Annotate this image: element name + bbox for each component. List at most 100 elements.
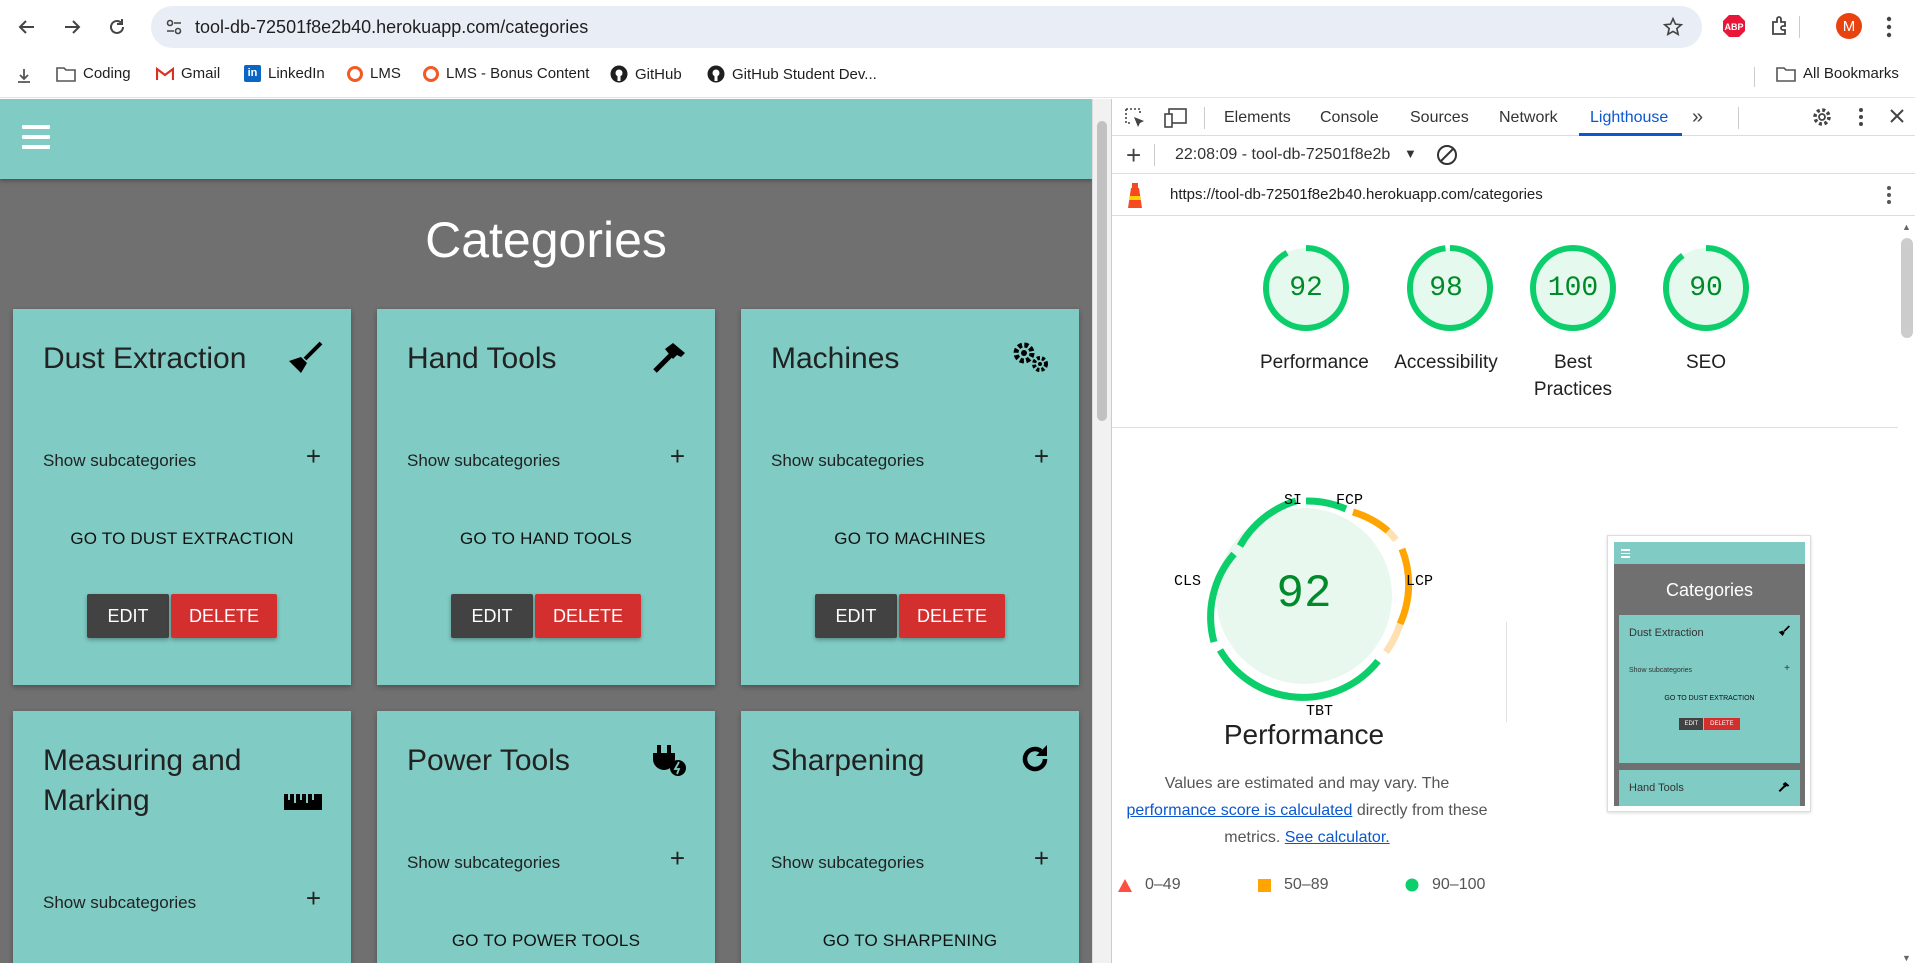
tab-lighthouse[interactable]: Lighthouse [1590,109,1668,127]
legend-pass: 90–100 [1405,876,1485,894]
bookmark-coding[interactable]: Coding [56,65,131,82]
circle-icon [347,65,363,82]
tab-console[interactable]: Console [1320,109,1379,127]
more-tabs-icon[interactable]: » [1692,106,1703,129]
device-toolbar-icon[interactable] [1164,107,1188,134]
plus-icon[interactable]: + [670,441,685,472]
plus-icon[interactable]: + [670,843,685,874]
address-bar[interactable]: tool-db-72501f8e2b40.herokuapp.com/categ… [151,6,1702,48]
go-to-link[interactable]: GO TO DUST EXTRACTION [13,529,351,549]
delete-button[interactable]: DELETE [171,594,277,638]
plus-icon[interactable]: + [306,883,321,914]
gauge-best-practices[interactable]: 100 Best Practices [1527,242,1619,403]
bookmark-lms-bonus[interactable]: LMS - Bonus Content [423,65,589,82]
gauge-performance[interactable]: 92 Performance [1260,242,1369,376]
all-bookmarks[interactable]: All Bookmarks [1776,65,1899,82]
page-scrollbar[interactable] [1092,99,1111,963]
go-to-link[interactable]: GO TO HAND TOOLS [377,529,715,549]
delete-button[interactable]: DELETE [535,594,641,638]
go-to-link[interactable]: GO TO MACHINES [741,529,1079,549]
show-subcategories[interactable]: Show subcategories [407,853,560,873]
category-card: Machines Show subcategories + GO TO MACH… [741,309,1079,685]
metric-label-cls: CLS [1174,573,1201,590]
go-to-link[interactable]: GO TO POWER TOOLS [377,931,715,951]
show-subcategories[interactable]: Show subcategories [43,893,196,913]
new-report-icon[interactable]: + [1126,140,1141,171]
go-to-link[interactable]: GO TO SHARPENING [741,931,1079,951]
score-calculated-link[interactable]: performance score is calculated [1126,802,1352,819]
reload-button[interactable] [104,14,130,40]
circle-icon [423,65,439,82]
performance-description: Values are estimated and may vary. The p… [1126,775,1488,846]
report-menu-icon[interactable] [1886,185,1892,210]
scrollbar-thumb[interactable] [1901,238,1913,338]
bookmark-lms[interactable]: LMS [347,65,401,82]
inspect-element-icon[interactable] [1124,107,1146,134]
svg-text:ABP: ABP [1724,22,1743,32]
legend-average: 50–89 [1258,876,1329,894]
bookmark-github[interactable]: GitHub [610,65,682,83]
devtools-tabbar: Elements Console Sources Network Lightho… [1112,99,1915,136]
gauge-seo[interactable]: 90 SEO [1660,242,1752,376]
page-title: Categories [425,212,667,268]
close-devtools-icon[interactable] [1888,107,1906,130]
tab-network[interactable]: Network [1499,109,1558,127]
devtools-menu-icon[interactable] [1858,107,1864,132]
category-card: Measuring and Marking Show subcategories… [13,711,351,963]
edit-button[interactable]: EDIT [87,594,169,638]
card-title: Dust Extraction [43,342,247,375]
see-calculator-link[interactable]: See calculator. [1285,829,1390,846]
dropdown-arrow-icon[interactable]: ▼ [1404,146,1417,161]
show-subcategories[interactable]: Show subcategories [43,451,196,471]
category-card: Sharpening Show subcategories + GO TO SH… [741,711,1079,963]
edit-button[interactable]: EDIT [451,594,533,638]
browser-menu-icon[interactable] [1886,16,1892,43]
bookmarks-bar: Coding Gmail in LinkedIn LMS LMS - Bonus… [0,55,1915,98]
plus-icon[interactable]: + [1034,441,1049,472]
site-info-icon[interactable] [165,18,183,41]
forward-button[interactable] [59,14,85,40]
rotate-icon [1019,743,1051,780]
tab-elements[interactable]: Elements [1224,109,1291,127]
extensions-icon[interactable] [1768,14,1792,43]
edit-button[interactable]: EDIT [815,594,897,638]
category-card: Power Tools Show subcategories + GO TO P… [377,711,715,963]
thumb-title: Categories [1665,580,1754,600]
adblock-plus-icon[interactable]: ABP [1722,14,1746,43]
circle-icon [1405,878,1419,892]
downloads-icon[interactable] [16,67,32,85]
reload-icon [110,19,124,34]
bookmark-gmail[interactable]: Gmail [156,65,220,82]
folder-icon [56,66,76,82]
web-page: Categories Dust Extraction Show subcateg… [0,99,1092,963]
report-select[interactable]: 22:08:09 - tool-db-72501f8e2b [1175,146,1390,164]
back-button[interactable] [14,14,40,40]
score-value: 100 [1547,272,1599,304]
settings-gear-icon[interactable] [1811,106,1833,133]
hamburger-menu-icon[interactable] [22,125,50,149]
show-subcategories[interactable]: Show subcategories [407,451,560,471]
card-title: Measuring and Marking [43,744,242,817]
plus-icon[interactable]: + [306,441,321,472]
card-title: Hand Tools [407,342,557,375]
profile-avatar[interactable]: M [1836,13,1862,39]
gauge-accessibility[interactable]: 98 Accessibility [1393,242,1499,376]
show-subcategories[interactable]: Show subcategories [771,451,924,471]
arrow-right-icon [65,20,81,34]
bookmark-github-student[interactable]: GitHub Student Dev... [707,65,877,83]
scrollbar-thumb[interactable] [1097,121,1107,421]
page-screenshot-thumbnail[interactable]: Categories Dust Extraction Show subcateg… [1607,535,1811,812]
card-title: Sharpening [771,744,925,777]
devtools-scrollbar[interactable]: ▲ ▼ [1899,218,1915,963]
tab-sources[interactable]: Sources [1410,109,1469,127]
performance-score: 92 [1276,568,1332,620]
show-subcategories[interactable]: Show subcategories [771,853,924,873]
clear-icon[interactable] [1436,144,1458,171]
bookmark-linkedin[interactable]: in LinkedIn [244,65,325,82]
lighthouse-toolbar: + 22:08:09 - tool-db-72501f8e2b ▼ [1112,136,1915,174]
broom-icon [287,341,323,380]
delete-button[interactable]: DELETE [899,594,1005,638]
ruler-icon [283,793,323,816]
plus-icon[interactable]: + [1034,843,1049,874]
bookmark-star-icon[interactable] [1662,16,1684,43]
